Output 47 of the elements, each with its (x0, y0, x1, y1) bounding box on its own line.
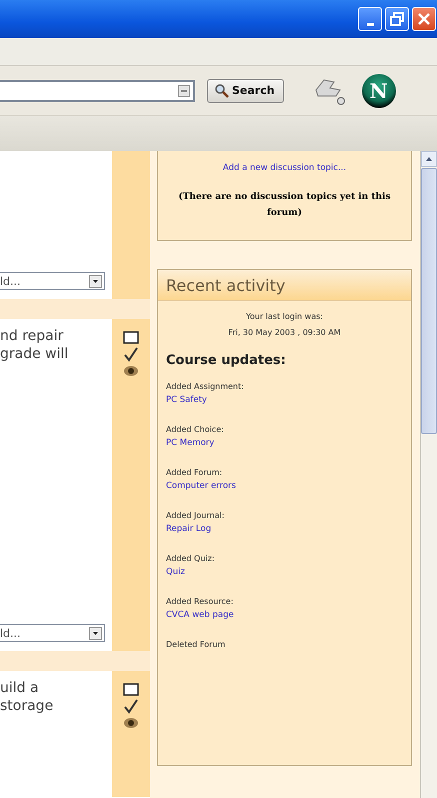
square-icon[interactable] (123, 331, 139, 344)
update-link[interactable]: PC Memory (166, 438, 214, 448)
section-summary-text: grade will (0, 345, 70, 364)
restore-icon (389, 11, 405, 27)
eye-icon[interactable] (123, 365, 139, 377)
update-link[interactable]: PC Safety (166, 395, 207, 405)
block-header: Recent activity (158, 270, 411, 301)
dropdown-field[interactable]: ld... (0, 272, 105, 290)
update-link[interactable]: Repair Log (166, 524, 212, 534)
update-label: Added Journal: (166, 511, 224, 520)
checkmark-icon[interactable] (123, 347, 139, 362)
browser-logo[interactable]: N (362, 74, 396, 108)
section-summary-text: storage (0, 697, 54, 716)
minimize-icon (366, 22, 374, 26)
dropdown-value: ld... (0, 626, 21, 640)
search-button[interactable]: Search (207, 78, 284, 102)
course-updates-heading: Course updates: (166, 353, 287, 368)
address-field[interactable] (0, 80, 195, 102)
dropdown-icon[interactable] (178, 84, 190, 96)
scroll-up-button[interactable] (421, 151, 437, 167)
scrollbar-thumb[interactable] (421, 168, 437, 434)
close-icon (416, 11, 432, 27)
close-button[interactable] (412, 7, 436, 31)
search-icon (214, 83, 229, 98)
minimize-button[interactable] (358, 7, 382, 31)
update-label: Added Assignment: (166, 382, 244, 391)
checkmark-icon[interactable] (123, 699, 139, 714)
update-label: Added Choice: (166, 425, 224, 434)
no-topics-message: (There are no discussion topics yet in this forum) (177, 191, 392, 220)
restore-button[interactable] (385, 7, 409, 31)
up-arrow-icon (425, 156, 433, 162)
update-link[interactable]: Computer errors (166, 481, 236, 491)
section-summary-text: nd repair (0, 327, 64, 346)
add-topic-link[interactable]: Add a new discussion topic... (222, 163, 346, 173)
update-link[interactable]: Quiz (166, 567, 185, 577)
eye-icon[interactable] (123, 717, 139, 729)
update-label: Added Forum: (166, 468, 222, 477)
update-label: Added Quiz: (166, 554, 215, 563)
square-icon[interactable] (123, 683, 139, 696)
dropdown-value: ld... (0, 274, 21, 288)
last-login-time: Fri, 30 May 2003 , 09:30 AM (227, 327, 342, 339)
update-link[interactable]: CVCA web page (166, 610, 234, 620)
update-label: Deleted Forum (166, 640, 226, 649)
section-summary-text: uild a (0, 679, 40, 698)
last-login-label: Your last login was: (245, 311, 324, 323)
update-label: Added Resource: (166, 597, 234, 606)
dropdown-field[interactable]: ld... (0, 624, 105, 642)
